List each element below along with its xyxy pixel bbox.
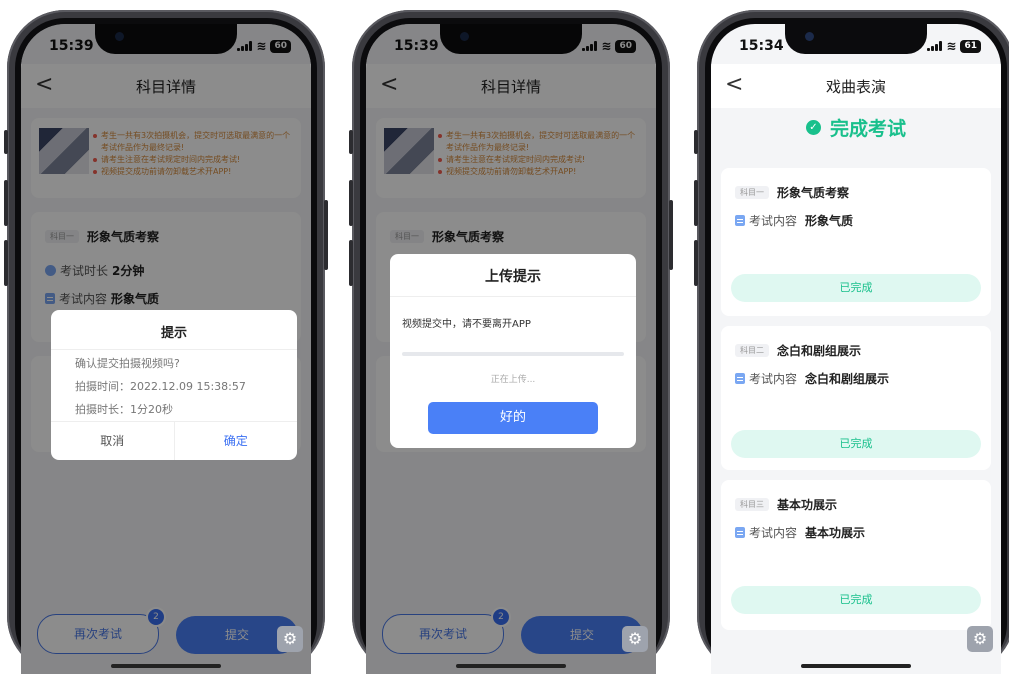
subject-card: 科目一 形象气质考察 考试内容 形象气质 已完成	[721, 168, 991, 316]
battery-icon: 61	[960, 39, 981, 53]
subject-tag: 科目三	[735, 498, 769, 511]
status-completed-pill: 已完成	[731, 586, 981, 614]
settings-icon[interactable]: ⚙	[967, 626, 993, 652]
phone-frame-3: 15:34 ≋ 61 < 戏曲表演 ✓ 完成考试 科目一 形象气质考察 考试内容…	[694, 10, 1009, 674]
dialog-title: 提示	[160, 326, 187, 341]
content-label: 考试内容	[749, 214, 798, 228]
home-indicator	[456, 664, 566, 668]
document-icon	[735, 215, 745, 226]
document-icon	[735, 373, 745, 384]
subject-card: 科目二 念白和剧组展示 考试内容 念白和剧组展示 已完成	[721, 326, 991, 470]
side-button	[4, 180, 8, 226]
check-icon: ✓	[805, 120, 821, 135]
wifi-icon: ≋	[946, 39, 957, 53]
screen: 15:39 ≋ 60 < 科目详情 考生一共有3次拍摄机会，提交时可选取最满意的…	[366, 24, 656, 674]
subject-card: 科目三 基本功展示 考试内容 基本功展示 已完成	[721, 480, 991, 630]
side-button	[349, 180, 353, 226]
content-value: 形象气质	[805, 214, 854, 228]
content-label: 考试内容	[749, 526, 798, 540]
phone-frame-2: 15:39 ≋ 60 < 科目详情 考生一共有3次拍摄机会，提交时可选取最满意的…	[349, 10, 673, 674]
screen: 15:34 ≋ 61 < 戏曲表演 ✓ 完成考试 科目一 形象气质考察 考试内容…	[711, 24, 1001, 674]
status-completed-pill: 已完成	[731, 274, 981, 302]
cancel-button[interactable]: 取消	[51, 422, 175, 460]
dialog-actions: 取消 确定	[51, 421, 297, 460]
side-button	[349, 130, 353, 154]
settings-icon[interactable]: ⚙	[277, 626, 303, 652]
completion-header: ✓ 完成考试	[711, 114, 1001, 164]
subject-name: 形象气质考察	[777, 186, 850, 200]
phone-frame-1: 15:39 ≋ 60 < 科目详情 考生一共有3次拍摄机会，提交时可选取最满意的…	[4, 10, 328, 674]
nav-bar: < 戏曲表演	[711, 64, 1001, 108]
confirm-button[interactable]: 确定	[175, 422, 298, 460]
side-button	[4, 240, 8, 286]
status-time: 15:34	[739, 38, 784, 54]
home-indicator	[111, 664, 221, 668]
side-button	[694, 240, 698, 286]
upload-dialog: 上传提示 视频提交中，请不要离开APP 正在上传... 好的	[390, 254, 636, 448]
progress-text: 正在上传...	[490, 375, 536, 385]
camera	[805, 32, 814, 41]
document-icon	[735, 527, 745, 538]
upload-progress-track	[402, 352, 624, 356]
side-button	[349, 240, 353, 286]
settings-icon[interactable]: ⚙	[622, 626, 648, 652]
ok-button[interactable]: 好的	[428, 402, 598, 434]
side-button	[669, 200, 673, 270]
subject-tag: 科目一	[735, 186, 769, 199]
dialog-message: 视频提交中，请不要离开APP	[402, 319, 531, 330]
subject-name: 基本功展示	[777, 498, 838, 512]
subject-name: 念白和剧组展示	[777, 344, 862, 358]
signal-icon	[927, 41, 943, 51]
dialog-title: 上传提示	[485, 269, 541, 285]
side-button	[4, 130, 8, 154]
status-completed-pill: 已完成	[731, 430, 981, 458]
content-label: 考试内容	[749, 372, 798, 386]
content: ✓ 完成考试 科目一 形象气质考察 考试内容 形象气质 已完成 科目二 念白和剧组展…	[711, 108, 1001, 674]
dialog-question: 确认提交拍摄视频吗?	[75, 357, 180, 370]
content-value: 基本功展示	[805, 526, 866, 540]
content-value: 念白和剧组展示	[805, 372, 890, 386]
dialog-length: 拍摄时长：1分20秒	[75, 403, 173, 416]
notch	[785, 24, 927, 54]
completion-title: 完成考试	[830, 118, 907, 140]
side-button	[694, 130, 698, 154]
divider	[51, 349, 297, 350]
side-button	[324, 200, 328, 270]
page-title: 戏曲表演	[825, 78, 886, 96]
confirm-dialog: 提示 确认提交拍摄视频吗? 拍摄时间：2022.12.09 15:38:57 拍…	[51, 310, 297, 460]
side-button	[694, 180, 698, 226]
screen: 15:39 ≋ 60 < 科目详情 考生一共有3次拍摄机会，提交时可选取最满意的…	[21, 24, 311, 674]
home-indicator	[801, 664, 911, 668]
dialog-time: 拍摄时间：2022.12.09 15:38:57	[75, 380, 246, 393]
subject-tag: 科目二	[735, 344, 769, 357]
